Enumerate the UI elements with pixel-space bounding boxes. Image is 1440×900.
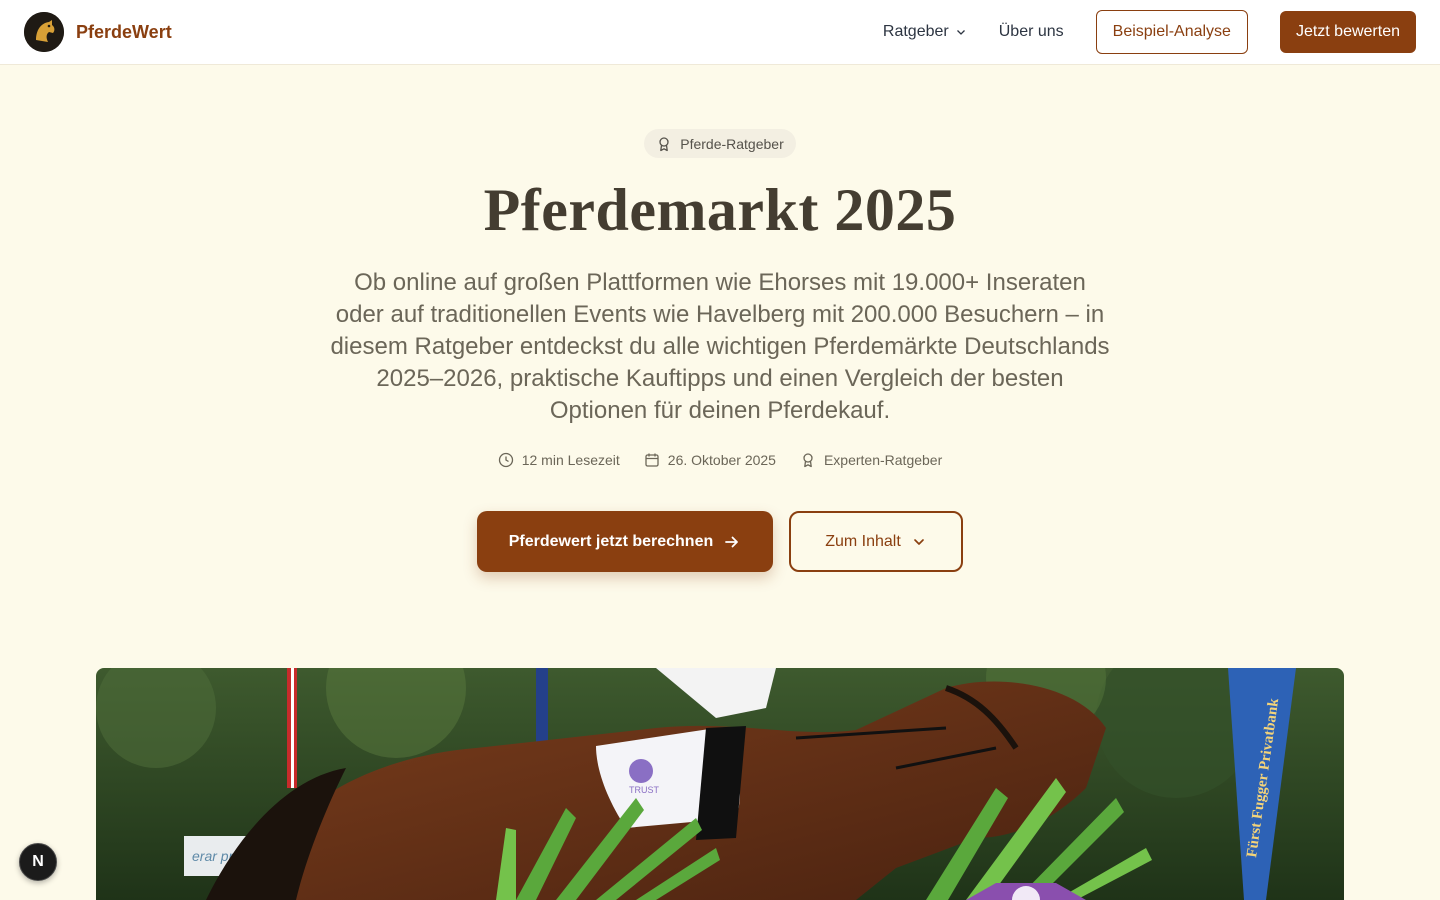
nav-ratgeber-dropdown[interactable]: Ratgeber: [883, 23, 967, 41]
publish-date: 26. Oktober 2025: [644, 450, 776, 470]
reading-time: 12 min Lesezeit: [498, 450, 620, 470]
site-header: PferdeWert Ratgeber Über uns Beispiel-An…: [0, 0, 1440, 65]
horse-logo-icon: [24, 12, 64, 52]
chevron-down-icon: [956, 30, 965, 35]
rate-now-button[interactable]: Jetzt bewerten: [1279, 11, 1416, 53]
calendar-icon: [645, 453, 659, 467]
calculate-value-button[interactable]: Pferdewert jetzt berechnen: [477, 511, 773, 572]
calculate-value-label: Pferdewert jetzt berechnen: [508, 532, 714, 550]
main-nav: Ratgeber Über uns Beispiel-Analyse Jetzt…: [883, 10, 1416, 54]
chevron-down-icon: [913, 538, 924, 545]
category-badge-label: Pferde-Ratgeber: [680, 135, 784, 152]
article-type-label: Experten-Ratgeber: [823, 452, 943, 468]
nav-ratgeber-label: Ratgeber: [882, 23, 949, 40]
jump-to-content-button[interactable]: Zum Inhalt: [789, 511, 963, 572]
brand-logo-link[interactable]: PferdeWert: [24, 12, 172, 52]
nav-about-link[interactable]: Über uns: [999, 23, 1064, 41]
arrow-right-icon: [725, 536, 739, 547]
jump-to-content-label: Zum Inhalt: [825, 532, 901, 550]
saddle-pad-text: TRUST: [629, 785, 659, 795]
example-analysis-button[interactable]: Beispiel-Analyse: [1095, 10, 1248, 54]
award-icon: [659, 136, 669, 151]
dev-tools-badge[interactable]: N: [19, 843, 57, 881]
hero-image-show-jumping: Fürst Fugger Privatbank erar proli TRUST: [96, 668, 1344, 900]
clock-icon: [498, 452, 513, 468]
award-icon: [803, 453, 813, 468]
page-title: Pferdemarkt 2025: [483, 177, 957, 243]
brand-name: PferdeWert: [76, 21, 172, 42]
publish-date-label: 26. Oktober 2025: [667, 452, 776, 468]
hero-lead-text: Ob online auf großen Plattformen wie Eho…: [330, 269, 1110, 424]
reading-time-label: 12 min Lesezeit: [521, 452, 620, 468]
article-type: Experten-Ratgeber: [800, 450, 942, 470]
category-badge: Pferde-Ratgeber: [644, 129, 796, 158]
article-meta: 12 min Lesezeit 26. Oktober 2025 Experte…: [0, 450, 1440, 470]
